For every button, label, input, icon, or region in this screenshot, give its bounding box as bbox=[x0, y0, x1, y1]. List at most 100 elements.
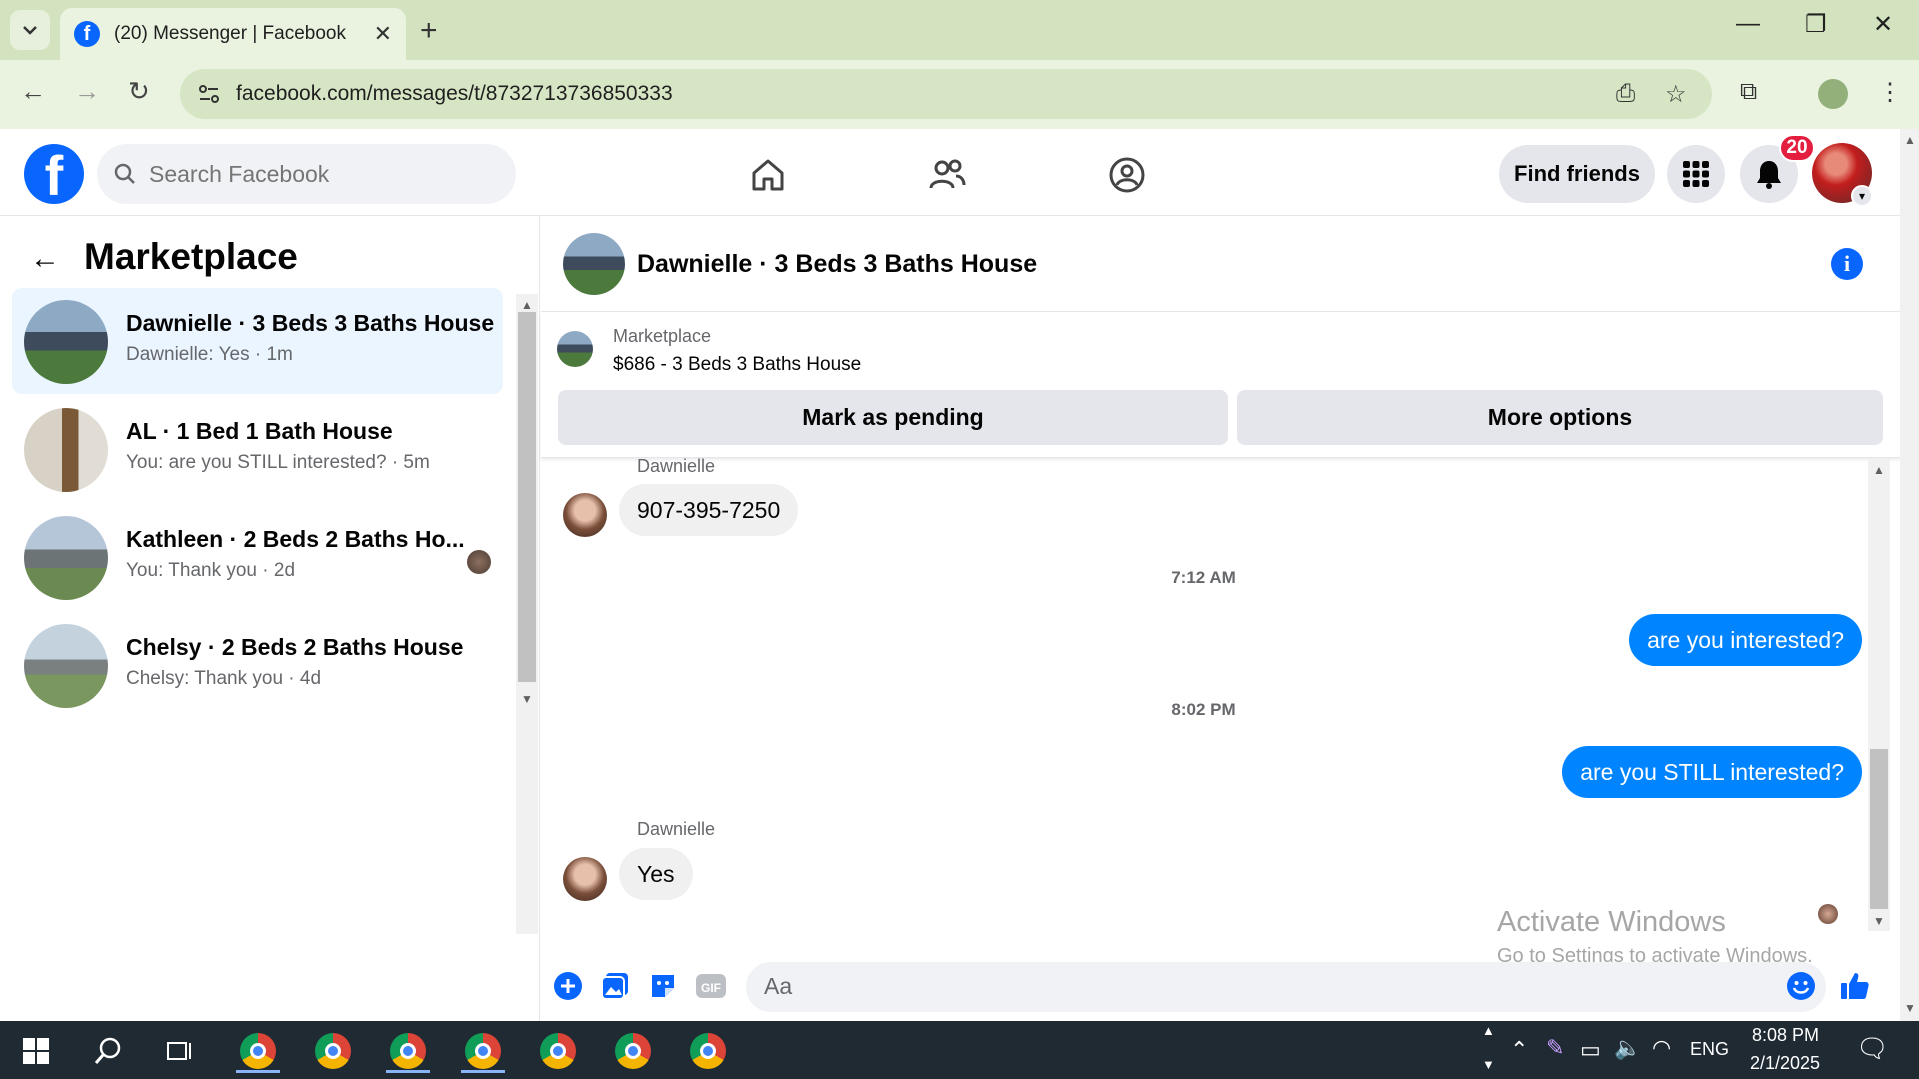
taskbar-chrome[interactable] bbox=[461, 1029, 505, 1073]
groups-icon bbox=[1109, 157, 1145, 193]
facebook-search[interactable] bbox=[97, 144, 516, 204]
tab-title: (20) Messenger | Facebook bbox=[114, 23, 346, 44]
scroll-up-icon[interactable]: ▲ bbox=[521, 298, 533, 312]
conversation-item[interactable]: Kathleen · 2 Beds 2 Baths Ho... You: Tha… bbox=[12, 504, 503, 610]
browser-tab-bar: f (20) Messenger | Facebook ✕ + — ❐ ✕ bbox=[0, 0, 1919, 60]
scrollbar-thumb[interactable] bbox=[1870, 749, 1888, 909]
outgoing-message[interactable]: are you interested? bbox=[1629, 614, 1862, 666]
scrollbar-thumb[interactable] bbox=[518, 312, 536, 682]
sender-avatar[interactable] bbox=[563, 857, 607, 901]
language-indicator[interactable]: ENG bbox=[1690, 1039, 1729, 1060]
restore-icon[interactable]: ❐ bbox=[1805, 10, 1827, 39]
menu-button[interactable] bbox=[1667, 145, 1725, 203]
friends-icon bbox=[929, 159, 966, 189]
search-input[interactable] bbox=[149, 160, 489, 188]
emoji-icon[interactable] bbox=[1785, 970, 1817, 1002]
chrome-icon bbox=[690, 1033, 726, 1069]
pen-icon[interactable]: ✎ bbox=[1546, 1035, 1564, 1061]
chat-avatar[interactable] bbox=[563, 233, 625, 295]
incoming-message[interactable]: Yes bbox=[619, 848, 693, 900]
message-input-wrapper[interactable] bbox=[746, 962, 1826, 1012]
clock-time[interactable]: 8:08 PM bbox=[1752, 1025, 1819, 1046]
browser-toolbar: ← → ↻ facebook.com/messages/t/8732713736… bbox=[0, 60, 1919, 129]
taskbar-search[interactable] bbox=[86, 1029, 130, 1073]
chevron-down-icon[interactable]: ▾ bbox=[1851, 185, 1873, 207]
listing-thumbnail bbox=[24, 408, 108, 492]
back-arrow-icon[interactable]: ← bbox=[30, 242, 60, 276]
scroll-down-icon[interactable]: ▼ bbox=[1904, 1001, 1916, 1015]
message-composer: GIF bbox=[541, 944, 1900, 1021]
attach-photo-icon[interactable] bbox=[599, 970, 631, 1002]
tray-scroll-up-icon[interactable]: ▲ bbox=[1482, 1023, 1495, 1038]
tab-close-icon[interactable]: ✕ bbox=[374, 21, 392, 47]
facebook-logo[interactable]: f bbox=[24, 144, 84, 204]
bookmark-star-icon[interactable]: ☆ bbox=[1665, 80, 1687, 109]
active-indicator bbox=[461, 1070, 505, 1073]
info-icon[interactable]: i bbox=[1831, 248, 1863, 280]
search-icon bbox=[94, 1037, 121, 1064]
taskbar-chrome[interactable] bbox=[236, 1029, 280, 1073]
listing-thumbnail[interactable] bbox=[557, 331, 593, 367]
sender-avatar[interactable] bbox=[563, 493, 607, 537]
taskbar-chrome[interactable] bbox=[311, 1029, 355, 1073]
sidebar-scrollbar[interactable]: ▲ ▼ bbox=[516, 294, 538, 934]
more-options-button[interactable]: More options bbox=[1237, 390, 1883, 445]
volume-icon[interactable]: 🔈 bbox=[1614, 1035, 1641, 1061]
clock-date[interactable]: 2/1/2025 bbox=[1750, 1053, 1820, 1074]
sidebar-title: Marketplace bbox=[84, 236, 298, 277]
more-actions-icon[interactable] bbox=[552, 970, 584, 1002]
outgoing-message[interactable]: are you STILL interested? bbox=[1562, 746, 1862, 798]
taskbar-chrome[interactable] bbox=[386, 1029, 430, 1073]
chat-title[interactable]: Dawnielle · 3 Beds 3 Baths House bbox=[637, 250, 1037, 279]
find-friends-button[interactable]: Find friends bbox=[1499, 145, 1655, 203]
site-info-icon[interactable] bbox=[196, 81, 222, 107]
scroll-down-icon[interactable]: ▼ bbox=[1873, 914, 1885, 928]
taskbar-chrome[interactable] bbox=[686, 1029, 730, 1073]
notification-center-icon[interactable]: 🗨 bbox=[1856, 1033, 1889, 1064]
incoming-message[interactable]: 907-395-7250 bbox=[619, 484, 799, 536]
reload-icon[interactable]: ↻ bbox=[128, 76, 150, 107]
back-icon[interactable]: ← bbox=[20, 76, 46, 107]
chrome-icon bbox=[390, 1033, 426, 1069]
extensions-icon[interactable]: ⧉ bbox=[1740, 78, 1757, 106]
tray-scroll-down-icon[interactable]: ▼ bbox=[1482, 1057, 1495, 1072]
wifi-icon[interactable]: ◠ bbox=[1652, 1035, 1671, 1061]
taskbar-chrome[interactable] bbox=[611, 1029, 655, 1073]
new-tab-button[interactable]: + bbox=[420, 14, 438, 48]
thumbs-up-icon[interactable] bbox=[1839, 970, 1871, 1002]
conversation-title: Chelsy · 2 Beds 2 Baths House bbox=[126, 634, 464, 660]
listing-price-title[interactable]: $686 - 3 Beds 3 Baths House bbox=[613, 354, 861, 376]
listing-thumbnail bbox=[24, 624, 108, 708]
conversation-item[interactable]: Dawnielle · 3 Beds 3 Baths House Dawniel… bbox=[12, 288, 503, 394]
sticker-icon[interactable] bbox=[647, 970, 679, 1002]
window-close-icon[interactable]: ✕ bbox=[1873, 10, 1893, 39]
scroll-up-icon[interactable]: ▲ bbox=[1904, 133, 1916, 147]
friends-nav[interactable] bbox=[917, 151, 977, 199]
browser-menu-icon[interactable]: ⋮ bbox=[1878, 78, 1902, 107]
install-app-icon[interactable]: ⎙ bbox=[1616, 80, 1635, 108]
show-hidden-icons-icon[interactable]: ⌃ bbox=[1510, 1037, 1528, 1063]
address-bar[interactable]: facebook.com/messages/t/8732713736850333… bbox=[180, 69, 1712, 119]
forward-icon[interactable]: → bbox=[74, 76, 100, 107]
scroll-up-icon[interactable]: ▲ bbox=[1873, 463, 1885, 477]
scroll-down-icon[interactable]: ▼ bbox=[521, 692, 533, 706]
task-view-button[interactable] bbox=[158, 1029, 202, 1073]
conversation-item[interactable]: AL · 1 Bed 1 Bath House You: are you STI… bbox=[12, 396, 503, 502]
mark-as-pending-button[interactable]: Mark as pending bbox=[558, 390, 1228, 445]
browser-tab[interactable]: f (20) Messenger | Facebook ✕ bbox=[60, 8, 406, 60]
page-scrollbar[interactable]: ▲ ▼ bbox=[1900, 129, 1919, 1021]
gif-icon[interactable]: GIF bbox=[695, 970, 727, 1002]
message-input[interactable] bbox=[764, 973, 1744, 1000]
grid-menu-icon bbox=[1683, 161, 1709, 187]
browser-profile-icon[interactable] bbox=[1818, 79, 1848, 109]
home-nav[interactable] bbox=[738, 151, 798, 199]
groups-nav[interactable] bbox=[1097, 151, 1157, 199]
battery-icon[interactable]: ▭ bbox=[1580, 1037, 1601, 1063]
minimize-icon[interactable]: — bbox=[1736, 10, 1760, 38]
notification-badge: 20 bbox=[1779, 134, 1815, 162]
chat-scrollbar[interactable]: ▲ ▼ bbox=[1868, 459, 1890, 931]
start-button[interactable] bbox=[14, 1029, 58, 1073]
taskbar-chrome[interactable] bbox=[536, 1029, 580, 1073]
conversation-item[interactable]: Chelsy · 2 Beds 2 Baths House Chelsy: Th… bbox=[12, 612, 503, 718]
tab-search-button[interactable] bbox=[10, 10, 50, 50]
